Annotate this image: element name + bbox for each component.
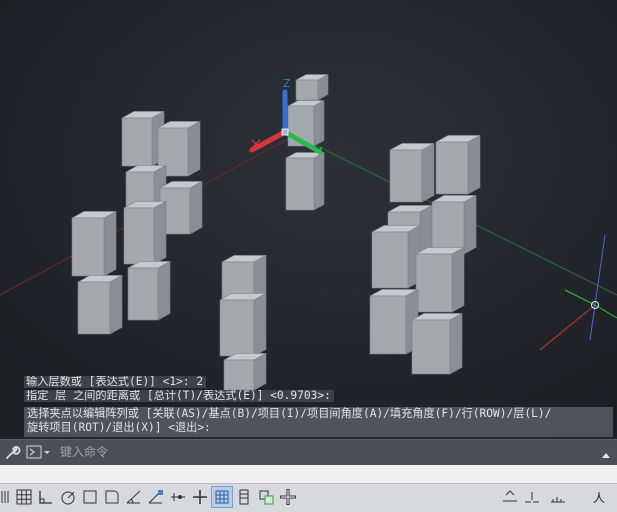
box-front-face <box>219 299 255 357</box>
array-box[interactable] <box>415 246 465 313</box>
array-box[interactable] <box>219 292 267 357</box>
array-box[interactable] <box>121 110 165 167</box>
array-box[interactable] <box>431 194 477 255</box>
box-front-face <box>127 267 159 321</box>
grid-icon[interactable] <box>14 487 34 507</box>
transparency-icon[interactable] <box>234 487 254 507</box>
box-side-face <box>449 312 463 375</box>
box-side-face <box>313 151 325 211</box>
box-side-face <box>157 260 171 321</box>
z-label: Z <box>283 77 291 90</box>
annotation-scale-icon[interactable] <box>500 487 520 507</box>
box-side-face <box>467 134 481 195</box>
box-front-face <box>285 157 315 211</box>
box-front-face <box>71 217 105 277</box>
box-side-face <box>153 200 167 265</box>
box-side-face <box>253 292 267 357</box>
command-history-prompt: 选择夹点以编辑阵列或 [关联(AS)/基点(B)/项目(I)/项目间角度(A)/… <box>24 407 613 437</box>
visibility-icon[interactable] <box>522 487 542 507</box>
box-side-face <box>451 246 465 313</box>
box-side-face <box>463 194 477 255</box>
box-front-face <box>371 231 409 289</box>
box-front-face <box>295 79 319 101</box>
box-front-face <box>123 207 155 265</box>
command-history-line-3: 选择夹点以编辑阵列或 [关联(AS)/基点(B)/项目(I)/项目间角度(A)/… <box>27 407 552 420</box>
box-side-face <box>421 142 435 203</box>
box-side-face <box>313 99 325 147</box>
box-side-face <box>109 274 123 335</box>
3d-osnap-icon[interactable] <box>124 487 144 507</box>
command-history-line-2: 指定 层 之间的距离或 [总计(T)/表达式(E)] <0.9703>: <box>24 390 613 402</box>
box-front-face <box>389 149 423 203</box>
viewport-canvas[interactable]: Z <box>0 0 617 437</box>
box-front-face <box>411 319 451 375</box>
object-snap-icon[interactable] <box>102 487 122 507</box>
array-box[interactable] <box>389 142 435 203</box>
selection-cycling-icon[interactable] <box>256 487 276 507</box>
box-front-face <box>431 201 465 255</box>
box-side-face <box>187 120 201 177</box>
box-front-face <box>435 141 469 195</box>
array-box[interactable] <box>411 312 463 375</box>
isodraft-icon[interactable] <box>80 487 100 507</box>
annotation-monitor-icon[interactable] <box>278 487 298 507</box>
wrench-icon[interactable] <box>4 444 21 461</box>
array-box[interactable] <box>369 288 419 355</box>
gizmo-origin[interactable] <box>281 128 289 136</box>
object-snap-tracking-icon[interactable] <box>168 487 188 507</box>
box-front-face <box>77 281 111 335</box>
command-prompt-icon[interactable] <box>26 444 52 461</box>
command-input[interactable] <box>56 442 594 462</box>
command-history-line-4: 旋转项目(ROT)/退出(X)] <退出>: <box>27 421 211 434</box>
polar-icon[interactable] <box>58 487 78 507</box>
dynamic-input-icon[interactable] <box>190 487 210 507</box>
box-front-face <box>415 253 453 313</box>
array-box[interactable] <box>127 260 171 321</box>
snap-icon[interactable] <box>36 487 56 507</box>
dynamic-ucs-icon[interactable] <box>146 487 166 507</box>
array-box[interactable] <box>123 200 167 265</box>
history-up-arrow-icon[interactable] <box>601 446 611 458</box>
array-box[interactable] <box>77 274 123 335</box>
command-line-bar <box>0 439 617 465</box>
command-history-line-1: 输入层数或 [表达式(E)] <1>: 2 <box>24 376 613 388</box>
array-box[interactable] <box>371 224 421 289</box>
box-side-face <box>189 180 203 235</box>
array-box[interactable] <box>285 151 325 211</box>
autoscale-icon[interactable] <box>548 487 568 507</box>
lineweight-icon[interactable] <box>211 486 233 508</box>
array-box[interactable] <box>435 134 481 195</box>
array-box[interactable] <box>71 210 117 277</box>
box-side-face <box>103 210 117 277</box>
box-front-face <box>369 295 407 355</box>
status-bar: 人 <box>0 483 617 512</box>
box-front-face <box>121 117 153 167</box>
model-viewport[interactable]: Z 输入层数或 [表达式(E)] <1>: 2 指定 层 之间的距离或 [总计(… <box>0 0 617 437</box>
model-label[interactable]: 人 <box>593 489 605 506</box>
array-box[interactable] <box>295 73 329 101</box>
drawing-tabs-strip <box>0 465 617 483</box>
